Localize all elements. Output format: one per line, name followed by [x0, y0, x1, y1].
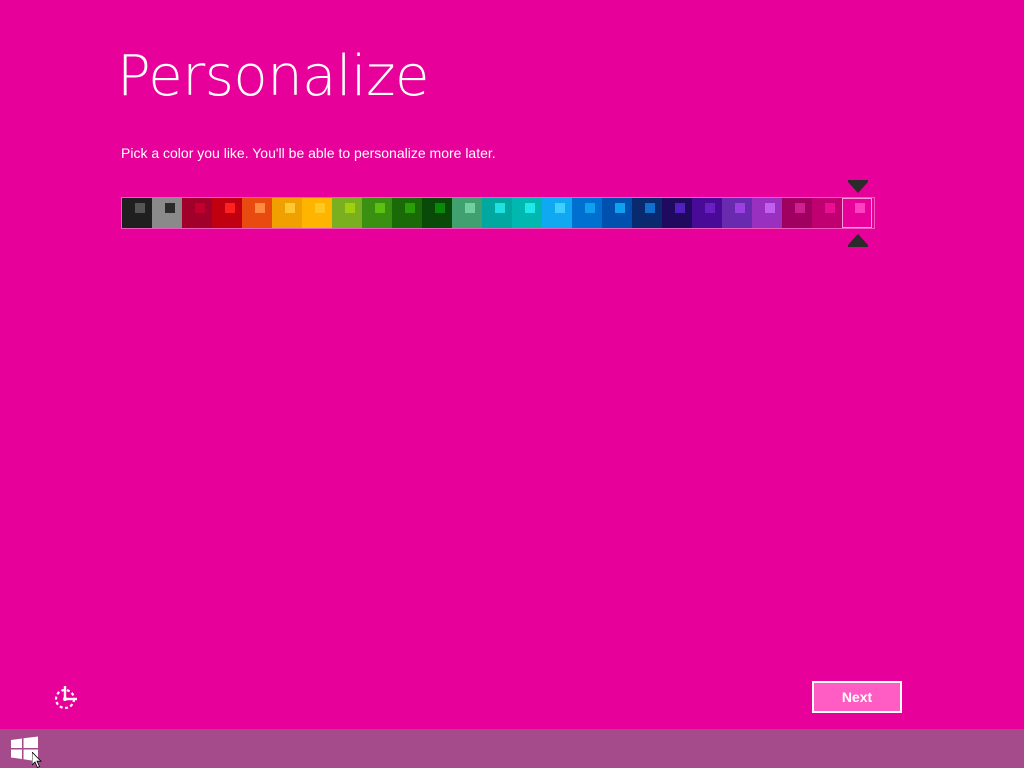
color-swatch[interactable] [422, 198, 452, 228]
color-picker-strip [121, 197, 875, 229]
color-swatch[interactable] [452, 198, 482, 228]
color-swatch[interactable] [572, 198, 602, 228]
color-swatch-accent [375, 203, 385, 213]
color-swatch-accent [525, 203, 535, 213]
color-swatch-accent [855, 203, 865, 213]
selection-marker-bottom-icon [848, 234, 868, 247]
color-swatch[interactable] [182, 198, 212, 228]
color-swatch[interactable] [212, 198, 242, 228]
color-swatch[interactable] [842, 198, 872, 228]
color-swatch-accent [465, 203, 475, 213]
color-swatch[interactable] [542, 198, 572, 228]
color-swatch-accent [825, 203, 835, 213]
color-swatch[interactable] [302, 198, 332, 228]
color-swatch[interactable] [272, 198, 302, 228]
color-swatch[interactable] [362, 198, 392, 228]
color-swatch-accent [615, 203, 625, 213]
color-swatch[interactable] [482, 198, 512, 228]
color-swatch-accent [195, 203, 205, 213]
color-swatch-accent [315, 203, 325, 213]
color-swatch[interactable] [512, 198, 542, 228]
color-swatch-accent [795, 203, 805, 213]
page-title: Personalize [117, 44, 429, 109]
color-swatch-accent [255, 203, 265, 213]
mouse-cursor-icon [31, 751, 44, 768]
color-swatch[interactable] [122, 198, 152, 228]
color-swatch[interactable] [602, 198, 632, 228]
color-swatch[interactable] [812, 198, 842, 228]
color-swatch[interactable] [152, 198, 182, 228]
color-swatch-accent [735, 203, 745, 213]
page-subtitle: Pick a color you like. You'll be able to… [121, 145, 496, 161]
color-swatch-accent [345, 203, 355, 213]
color-swatch[interactable] [332, 198, 362, 228]
next-button[interactable]: Next [812, 681, 902, 713]
color-swatch-accent [765, 203, 775, 213]
color-swatch-accent [495, 203, 505, 213]
color-swatch-accent [405, 203, 415, 213]
color-swatch[interactable] [392, 198, 422, 228]
color-swatch-accent [135, 203, 145, 213]
color-swatch[interactable] [692, 198, 722, 228]
color-swatch-accent [435, 203, 445, 213]
taskbar [0, 729, 1024, 768]
selection-marker-top-icon [848, 180, 868, 193]
color-swatch[interactable] [242, 198, 272, 228]
color-swatch[interactable] [632, 198, 662, 228]
color-swatch[interactable] [722, 198, 752, 228]
color-swatch-accent [675, 203, 685, 213]
color-swatch[interactable] [752, 198, 782, 228]
color-swatch-accent [165, 203, 175, 213]
color-swatch-accent [555, 203, 565, 213]
color-swatch[interactable] [662, 198, 692, 228]
color-swatch-accent [705, 203, 715, 213]
color-swatch-accent [285, 203, 295, 213]
color-swatch[interactable] [782, 198, 812, 228]
color-swatch-accent [225, 203, 235, 213]
color-swatch-accent [585, 203, 595, 213]
setup-screen: Personalize Pick a color you like. You'l… [0, 0, 1024, 768]
color-swatch-accent [645, 203, 655, 213]
ease-of-access-icon[interactable] [52, 684, 80, 712]
